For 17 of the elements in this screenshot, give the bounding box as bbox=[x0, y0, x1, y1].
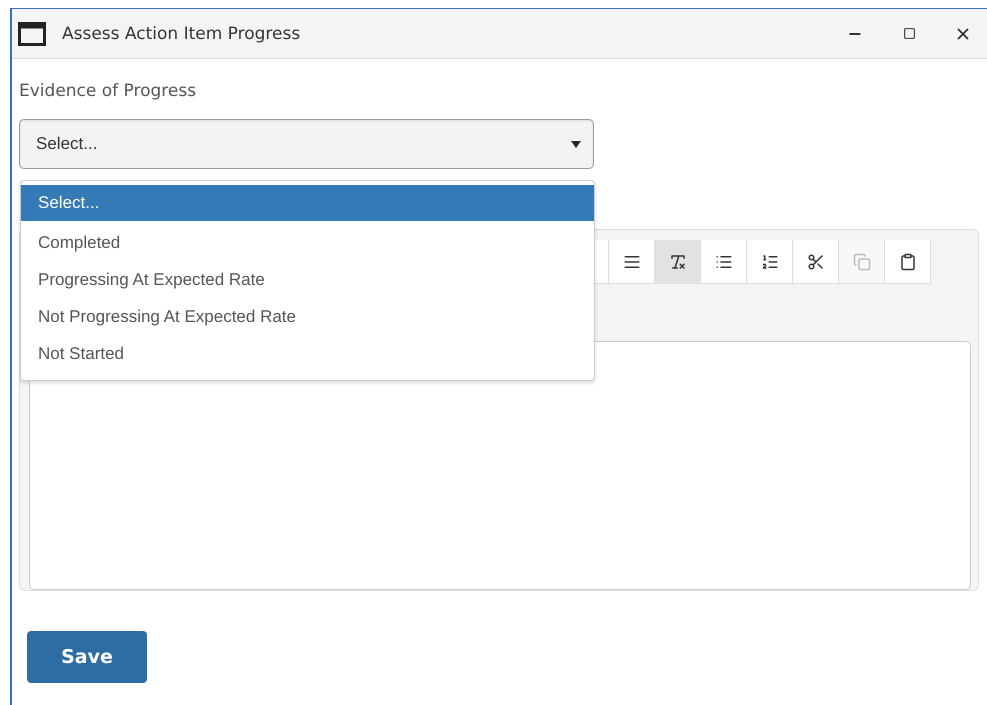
field-label: Evidence of Progress bbox=[19, 81, 196, 101]
maximize-icon[interactable] bbox=[902, 27, 916, 40]
dropdown-option[interactable]: Not Started bbox=[21, 335, 594, 372]
scissors-icon bbox=[806, 252, 824, 270]
window-icon bbox=[18, 22, 46, 46]
remove-format-icon bbox=[668, 252, 686, 270]
clipboard-icon bbox=[898, 252, 916, 270]
dropdown-option[interactable]: Not Progressing At Expected Rate bbox=[21, 298, 594, 335]
caret-icon bbox=[571, 140, 581, 148]
numbered-list-icon bbox=[760, 252, 778, 270]
dropdown-option[interactable]: Select... bbox=[21, 185, 594, 221]
dropdown-option[interactable]: Completed bbox=[21, 224, 594, 261]
window-title: Assess Action Item Progress bbox=[62, 24, 302, 44]
dropdown-option[interactable]: Progressing At Expected Rate bbox=[21, 261, 594, 298]
copy-icon bbox=[852, 252, 870, 270]
evidence-dropdown[interactable]: Select... bbox=[19, 119, 594, 169]
save-button[interactable]: Save bbox=[27, 631, 147, 683]
